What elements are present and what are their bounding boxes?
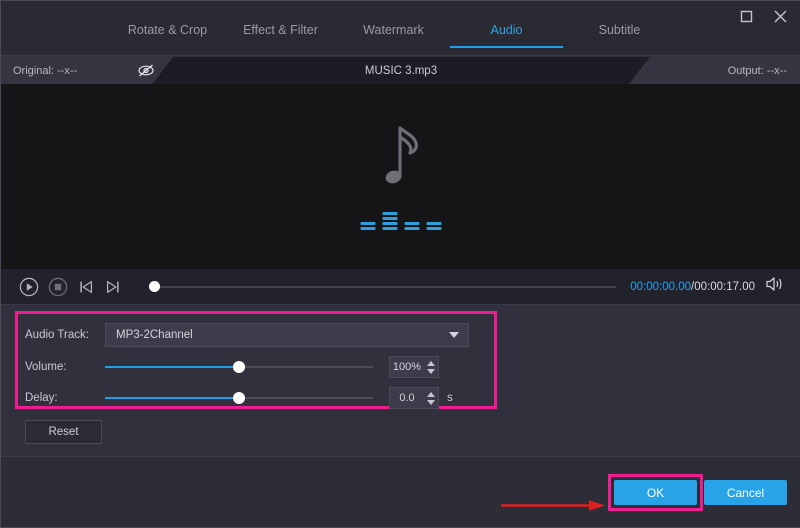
play-circle-icon [19,277,39,297]
equalizer-column [361,222,376,230]
play-button[interactable] [19,277,39,297]
maximize-icon [740,10,753,23]
dialog-footer: OK Cancel [1,456,800,527]
total-time: /00:00:17.00 [691,281,755,293]
tab-rotate-crop[interactable]: Rotate & Crop [111,23,224,48]
delay-fill [105,397,239,399]
volume-fill [105,366,239,368]
next-button[interactable] [104,278,122,296]
file-name-text: MUSIC 3.mp3 [365,65,437,77]
music-note-glyph [378,122,424,188]
audio-track-row: Audio Track: MP3-2Channel [1,322,501,348]
arrow-up-icon[interactable] [427,361,435,366]
audio-track-select[interactable]: MP3-2Channel [105,323,469,347]
delay-label: Delay: [25,392,105,404]
output-chip: Output: --x-- [629,57,800,84]
delay-row: Delay: 0.0 s [1,385,521,411]
cancel-button[interactable]: Cancel [704,480,787,505]
media-info-bar: Original: --x-- MUSIC 3.mp3 Output: --x-… [1,57,800,84]
tab-subtitle[interactable]: Subtitle [563,23,676,48]
volume-spinner-arrows[interactable] [424,357,438,377]
tab-audio[interactable]: Audio [450,23,563,48]
volume-slider[interactable] [105,359,373,375]
transport-buttons [19,277,122,297]
equalizer-column [427,222,442,230]
close-icon [773,9,788,24]
audio-track-label: Audio Track: [25,329,105,341]
editor-tabs: Rotate & Crop Effect & Filter Watermark … [111,23,676,48]
timeline-slider[interactable] [146,269,616,305]
playback-controls-bar: 00:00:00.00/00:00:17.00 [1,269,800,305]
ok-button[interactable]: OK [614,480,697,505]
arrow-down-icon[interactable] [427,369,435,374]
audio-artwork [341,122,461,232]
maximize-button[interactable] [735,5,757,27]
window-controls [735,5,791,27]
preview-area [1,84,800,269]
arrow-down-icon[interactable] [427,400,435,405]
volume-label: Volume: [25,361,105,373]
time-display: 00:00:00.00/00:00:17.00 [630,281,755,293]
audio-track-value: MP3-2Channel [116,329,193,341]
output-label: Output: --x-- [728,65,787,77]
skip-next-icon [104,278,122,296]
eye-slash-glyph [137,62,155,79]
close-button[interactable] [769,5,791,27]
volume-handle[interactable] [233,361,245,373]
volume-row: Volume: 100% [1,354,501,380]
music-note-icon [378,122,424,193]
tab-watermark[interactable]: Watermark [337,23,450,48]
volume-stepper[interactable]: 100% [389,356,439,378]
stop-button[interactable] [48,277,68,297]
timeline-track [154,286,616,288]
speaker-icon[interactable] [765,275,785,298]
reset-button[interactable]: Reset [25,420,102,444]
video-editor-window: Rotate & Crop Effect & Filter Watermark … [0,0,800,528]
timeline-handle[interactable] [149,281,160,292]
delay-unit: s [447,392,453,404]
equalizer-column [383,212,398,230]
delay-slider[interactable] [105,390,373,406]
audio-settings-panel: Audio Track: MP3-2Channel Volume: 100% [1,306,800,456]
delay-value: 0.0 [390,392,424,404]
original-label: Original: --x-- [13,65,77,77]
equalizer-icon [361,212,442,230]
current-time: 00:00:00.00 [630,281,691,293]
stop-circle-icon [48,277,68,297]
skip-previous-icon [77,278,95,296]
title-bar: Rotate & Crop Effect & Filter Watermark … [1,1,800,56]
equalizer-column [405,222,420,230]
delay-stepper[interactable]: 0.0 [389,387,439,409]
arrow-up-icon[interactable] [427,392,435,397]
eye-slash-icon[interactable] [137,62,155,79]
tab-effect-filter[interactable]: Effect & Filter [224,23,337,48]
chevron-down-icon [449,332,459,338]
volume-value: 100% [390,361,424,373]
speaker-glyph [765,275,785,293]
delay-spinner-arrows[interactable] [424,388,438,408]
previous-button[interactable] [77,278,95,296]
delay-handle[interactable] [233,392,245,404]
